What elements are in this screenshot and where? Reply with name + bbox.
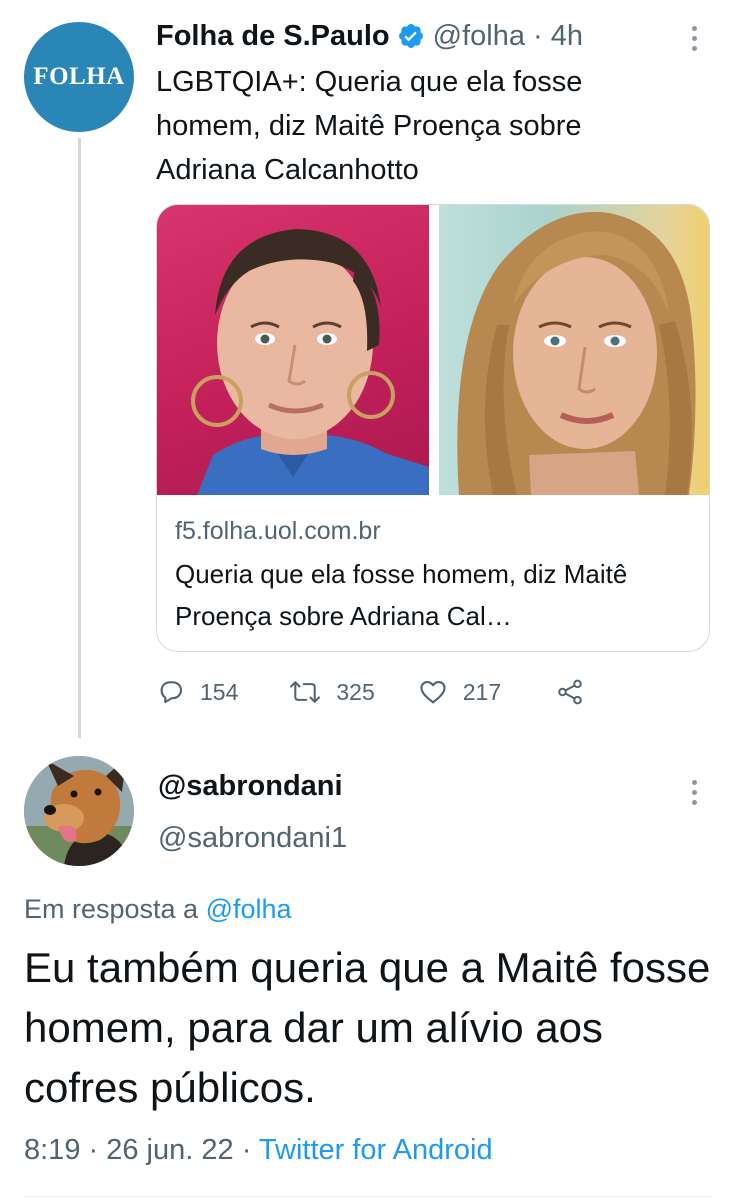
reply-tweet-text: Eu também queria que a Maitê fosse homem… — [24, 944, 711, 1111]
verified-badge-icon — [397, 22, 425, 50]
more-icon[interactable] — [684, 18, 704, 58]
share-icon — [555, 677, 585, 707]
reply-count: 154 — [200, 678, 239, 705]
card-image-separator — [429, 205, 439, 495]
reply-icon — [156, 677, 186, 707]
author-handle[interactable]: @folha — [433, 20, 525, 52]
author-display-name[interactable]: Folha de S.Paulo — [156, 20, 390, 53]
like-count: 217 — [462, 678, 502, 705]
link-card[interactable]: f5.folha.uol.com.br Queria que ela fosse… — [156, 204, 710, 652]
folha-avatar[interactable]: FOLHA — [24, 22, 134, 132]
like-action[interactable]: 217 — [417, 677, 501, 707]
reply-meta: 8:19 · 26 jun. 22 · Twitter for Android — [24, 1134, 493, 1167]
share-action[interactable] — [555, 677, 585, 707]
retweet-action[interactable]: 325 — [288, 677, 375, 707]
reply-author-name[interactable]: @sabrondani — [158, 770, 343, 803]
link-card-domain: f5.folha.uol.com.br — [175, 517, 381, 545]
reply-action[interactable]: 154 — [156, 677, 238, 707]
card-photo-right — [439, 205, 709, 495]
tweet-actions: 154 325 217 — [156, 672, 585, 712]
retweet-count: 325 — [336, 678, 375, 705]
tweet-text: LGBTQIA+: Queria que ela fosse homem, di… — [156, 66, 583, 186]
retweet-icon — [288, 677, 322, 707]
reply-source-link[interactable]: Twitter for Android — [259, 1134, 493, 1166]
reply-author-handle[interactable]: @sabrondani1 — [158, 822, 347, 855]
card-photo-left — [157, 205, 429, 495]
in-reply-mention-link[interactable]: @folha — [206, 894, 292, 924]
tweet-time[interactable]: 4h — [551, 20, 583, 52]
author-handle-time: @folha · 4h — [433, 20, 583, 53]
meta-separator: · — [88, 1134, 107, 1166]
reply-author-avatar[interactable] — [24, 756, 134, 866]
reply-date[interactable]: 26 jun. 22 — [106, 1134, 233, 1166]
more-icon[interactable] — [684, 772, 704, 812]
like-icon — [417, 677, 449, 707]
meta-separator: · — [241, 1134, 259, 1166]
meta-separator: · — [533, 19, 551, 52]
link-card-images — [157, 205, 709, 495]
bottom-divider — [24, 1196, 714, 1197]
thread-connector-line — [78, 138, 81, 738]
link-card-title: Queria que ela fosse homem, diz Maitê Pr… — [175, 559, 628, 631]
in-reply-to: Em resposta a @folha — [24, 894, 292, 925]
in-reply-prefix: Em resposta a — [24, 894, 199, 924]
tweet-header: Folha de S.Paulo @folha · 4h — [156, 16, 583, 56]
reply-time[interactable]: 8:19 — [24, 1134, 80, 1166]
folha-avatar-text: FOLHA — [33, 63, 125, 90]
